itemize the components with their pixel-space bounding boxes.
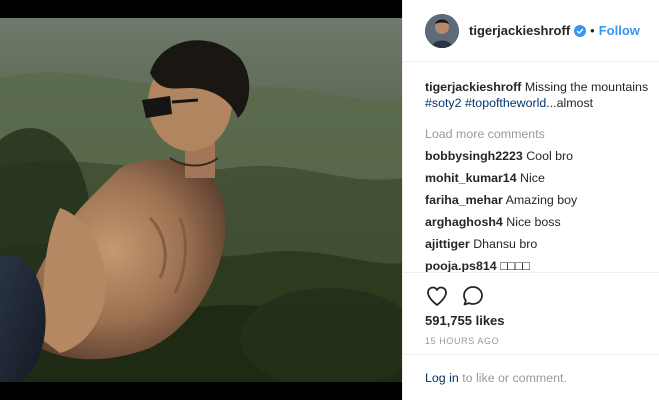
comment-text: Dhansu bro [473, 237, 538, 251]
post-actions: 591,755 likes 15 HOURS AGO Log in to lik… [403, 272, 659, 392]
verified-badge-icon [574, 24, 587, 37]
load-more-comments-link[interactable]: Load more comments [425, 126, 657, 142]
comment-username[interactable]: pooja.ps814 [425, 259, 497, 273]
caption-username[interactable]: tigerjackieshroff [425, 80, 521, 94]
comment-username[interactable]: ajittiger [425, 237, 470, 251]
comment-text: Nice [520, 171, 545, 185]
hashtag-soty2[interactable]: #soty2 [425, 96, 462, 110]
comment-username[interactable]: fariha_mehar [425, 193, 503, 207]
heart-icon[interactable] [425, 284, 449, 308]
login-prompt: Log in to like or comment. [403, 354, 659, 393]
post-photo[interactable] [0, 18, 402, 382]
login-prompt-text: to like or comment. [462, 371, 567, 385]
post-caption: tigerjackieshroff Missing the mountains … [425, 79, 657, 111]
follow-button[interactable]: Follow [599, 23, 640, 38]
comment-text: Cool bro [526, 149, 574, 163]
like-count[interactable]: 591,755 likes [425, 313, 505, 328]
comment-item: mohit_kumar14 Nice [425, 170, 657, 186]
comment-username[interactable]: arghaghosh4 [425, 215, 503, 229]
comment-bubble-icon[interactable] [461, 284, 485, 308]
post-timestamp[interactable]: 15 HOURS AGO [425, 336, 499, 346]
comments-section: tigerjackieshroff Missing the mountains … [425, 79, 657, 274]
comment-item: fariha_mehar Amazing boy [425, 192, 657, 208]
action-bar [403, 272, 659, 306]
comment-text: Nice boss [506, 215, 561, 229]
comment-username[interactable]: mohit_kumar14 [425, 171, 517, 185]
comment-item: arghaghosh4 Nice boss [425, 214, 657, 230]
comment-text: Amazing boy [505, 193, 578, 207]
comment-item: ajittiger Dhansu bro [425, 236, 657, 252]
caption-tail: ...almost [546, 96, 594, 110]
instagram-post: tigerjackieshroff • Follow tigerjackiesh… [0, 0, 659, 400]
comment-item: bobbysingh2223 Cool bro [425, 148, 657, 164]
login-link[interactable]: Log in [425, 371, 459, 385]
post-header: tigerjackieshroff • Follow [403, 0, 659, 62]
avatar[interactable] [425, 13, 459, 48]
comment-username[interactable]: bobbysingh2223 [425, 149, 523, 163]
photo-area [0, 0, 402, 400]
header-username[interactable]: tigerjackieshroff [469, 23, 570, 38]
comment-text: □□□□ [500, 259, 531, 273]
header-separator: • [590, 23, 595, 38]
hashtag-topoftheworld[interactable]: #topoftheworld [465, 96, 546, 110]
post-sidebar: tigerjackieshroff • Follow tigerjackiesh… [402, 0, 659, 400]
caption-text: Missing the mountains [524, 80, 649, 94]
